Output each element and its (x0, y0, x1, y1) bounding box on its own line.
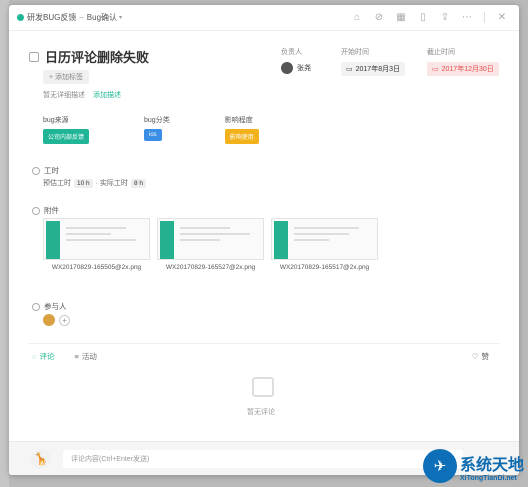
share-icon[interactable]: ⇪ (440, 12, 450, 23)
activity-tabs: ◌ 评论 ≡ 活动 (32, 351, 97, 362)
due-date-label: 截止时间 (427, 49, 455, 56)
worktime-row: 预估工时 10 h · 实际工时 8 h (43, 178, 146, 188)
field-bug-category: bug分类 ios (144, 115, 170, 144)
custom-fields: bug来源 公司内部反馈 bug分类 ios 影响程度 影响使用 (43, 115, 314, 144)
empty-comments-text: 暂无评论 (247, 409, 275, 416)
avatar: 🦒 (31, 448, 51, 469)
more-icon[interactable]: ⋯ (462, 12, 472, 23)
participants-list: + (43, 314, 70, 326)
avatar (281, 62, 293, 74)
assignee-name: 张尧 (297, 65, 311, 72)
comment-input[interactable]: 评论内容(Ctrl+Enter发送) (63, 449, 463, 468)
background-app-strip (0, 0, 9, 487)
start-date-block: 开始时间 ▭ 2017年8月3日 (341, 47, 405, 76)
start-date-picker[interactable]: ▭ 2017年8月3日 (341, 62, 405, 76)
field-impact: 影响程度 影响使用 (224, 115, 259, 144)
tab-activity-label: 活动 (81, 352, 97, 361)
assignee-value[interactable]: 张尧 (281, 62, 311, 74)
start-date-value: 2017年8月3日 (355, 66, 400, 73)
due-date-picker[interactable]: ▭ 2017年12月30日 (427, 62, 499, 76)
attachment-item[interactable]: WX20170829-165517@2x.png (271, 218, 378, 271)
add-participant-button[interactable]: + (59, 314, 70, 326)
watermark-en: XiTongTianDi.net (459, 474, 517, 482)
worktime-title: 工时 (44, 166, 59, 175)
attachments-section-header: 附件 (32, 205, 59, 216)
attachment-item[interactable]: WX20170829-165527@2x.png (157, 218, 264, 271)
breadcrumb: 研发BUG反馈 – Bug确认 ▾ (9, 12, 122, 23)
chevron-down-icon[interactable]: ▾ (119, 14, 122, 21)
clock-icon (32, 166, 40, 175)
avatar[interactable] (43, 314, 55, 326)
add-tag-button[interactable]: + 添加标签 (43, 70, 90, 84)
list-icon: ≡ (74, 352, 79, 361)
field-label: bug分类 (144, 117, 170, 124)
start-date-label: 开始时间 (341, 49, 369, 56)
attachment-item[interactable]: WX20170829-165505@2x.png (43, 218, 150, 271)
subtask-icon[interactable]: ▦ (396, 12, 406, 23)
paperclip-icon (32, 206, 40, 215)
actual-hours-label: · 实际工时 (95, 180, 128, 187)
copy-icon[interactable]: ▯ (418, 12, 428, 23)
header-actions: ⌂ ⊘ ▦ ▯ ⇪ ⋯ ✕ (352, 12, 507, 23)
tag-icon[interactable]: ⌂ (352, 12, 362, 23)
field-value-chip[interactable]: 公司内部反馈 (43, 129, 90, 144)
task-complete-checkbox[interactable] (29, 51, 39, 62)
watermark-cn: 系统天地 (459, 456, 524, 474)
field-value-chip[interactable]: ios (144, 129, 162, 141)
empty-comments-icon (252, 377, 274, 397)
add-description-link[interactable]: 添加描述 (93, 92, 121, 99)
tab-comments[interactable]: ◌ 评论 (32, 351, 54, 362)
people-icon (32, 302, 40, 311)
due-date-block: 截止时间 ▭ 2017年12月30日 (427, 47, 499, 76)
modal-header: 研发BUG反馈 – Bug确认 ▾ ⌂ ⊘ ▦ ▯ ⇪ ⋯ ✕ (9, 5, 519, 31)
attachment-filename: WX20170829-165505@2x.png (51, 264, 142, 271)
task-title[interactable]: 日历评论删除失败 (45, 47, 149, 66)
assignee-label: 负责人 (281, 49, 302, 56)
participants-title: 参与人 (44, 302, 67, 311)
close-icon[interactable]: ✕ (497, 12, 507, 23)
worktime-section-header: 工时 (32, 165, 59, 176)
breadcrumb-separator: – (79, 13, 84, 22)
calendar-icon: ▭ (346, 66, 353, 73)
estimated-hours-value[interactable]: 10 h (74, 178, 93, 188)
tab-activity[interactable]: ≡ 活动 (74, 351, 96, 362)
no-description-text: 暂无详细描述 (43, 92, 85, 99)
comment-icon: ◌ (32, 352, 37, 361)
project-icon (17, 14, 24, 21)
task-title-row: 日历评论删除失败 (29, 47, 149, 66)
attachment-thumbnail[interactable] (43, 218, 150, 260)
tab-comments-label: 评论 (39, 352, 55, 361)
estimated-hours-label: 预估工时 (43, 180, 71, 187)
description-row: 暂无详细描述 添加描述 (43, 90, 121, 100)
field-label: bug来源 (43, 117, 69, 124)
attach-icon[interactable]: ⊘ (374, 12, 384, 23)
like-label: 赞 (481, 352, 490, 361)
field-label: 影响程度 (224, 117, 253, 124)
heart-icon: ♡ (471, 352, 479, 361)
attachment-filename: WX20170829-165517@2x.png (279, 264, 370, 271)
breadcrumb-stage[interactable]: Bug确认 (87, 12, 117, 23)
assignee-block: 负责人 张尧 (281, 47, 311, 74)
attachment-thumbnail[interactable] (271, 218, 378, 260)
watermark-logo-icon: ✈ (422, 449, 457, 483)
task-detail-modal: 研发BUG反馈 – Bug确认 ▾ ⌂ ⊘ ▦ ▯ ⇪ ⋯ ✕ 日历评论删除失败… (9, 5, 519, 475)
attachments-title: 附件 (44, 206, 59, 215)
field-value-chip[interactable]: 影响使用 (224, 129, 259, 144)
attachment-thumbnail[interactable] (157, 218, 264, 260)
section-divider (29, 343, 499, 344)
like-button[interactable]: ♡ 赞 (472, 351, 489, 362)
due-date-value: 2017年12月30日 (441, 66, 494, 73)
participants-section-header: 参与人 (32, 301, 67, 312)
breadcrumb-project[interactable]: 研发BUG反馈 (27, 12, 76, 23)
field-bug-source: bug来源 公司内部反馈 (43, 115, 90, 144)
header-divider (484, 12, 485, 23)
calendar-icon: ▭ (432, 66, 439, 73)
actual-hours-value[interactable]: 8 h (130, 178, 146, 188)
site-watermark: ✈ 系统天地 XiTongTianDi.net (422, 449, 524, 483)
attachment-filename: WX20170829-165527@2x.png (165, 264, 256, 271)
